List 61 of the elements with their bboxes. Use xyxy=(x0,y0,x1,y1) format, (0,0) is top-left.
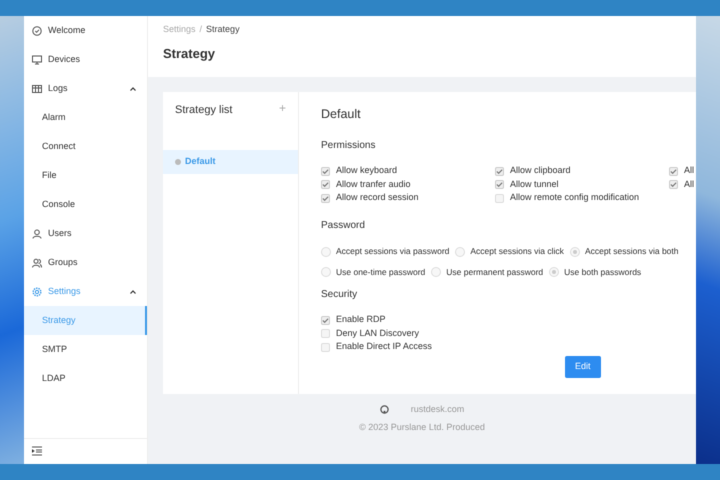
radio-label: Accept sessions via click xyxy=(470,245,564,258)
strategy-title: Default xyxy=(321,106,362,123)
checkbox[interactable] xyxy=(495,180,504,189)
radio-label: Use one-time password xyxy=(336,266,426,279)
user-icon xyxy=(32,228,42,238)
checkbox-label: Allow record session xyxy=(336,191,419,204)
radio-button[interactable] xyxy=(321,267,331,278)
checkbox[interactable] xyxy=(669,166,678,176)
radio-label: Accept sessions via both xyxy=(584,245,678,258)
radio-button[interactable] xyxy=(455,246,466,257)
strategy-list-title: Strategy list xyxy=(175,103,232,118)
checkbox[interactable] xyxy=(495,194,504,202)
sidebar-subitem[interactable]: LDAP xyxy=(24,364,147,393)
sidebar-subitem[interactable]: File xyxy=(24,161,147,190)
checkbox[interactable] xyxy=(669,180,678,189)
sidebar-subitem[interactable]: Console xyxy=(24,190,147,219)
status-dot-icon xyxy=(175,159,181,165)
checkbox-label: Deny LAN Discovery xyxy=(336,326,420,340)
sidebar-subitem[interactable]: SMTP xyxy=(24,335,147,364)
checkbox[interactable] xyxy=(321,166,330,176)
monitor-icon xyxy=(32,54,42,64)
checkbox[interactable] xyxy=(321,329,330,338)
checkbox-label: Enable Direct IP Access xyxy=(336,340,432,354)
checkbox-label: Allow tranfer audio xyxy=(336,178,411,191)
breadcrumb-separator: / xyxy=(200,24,202,34)
checkbox[interactable] xyxy=(321,194,330,202)
radio-button[interactable] xyxy=(431,267,442,278)
sidebar-subitem[interactable]: Alarm xyxy=(24,103,147,132)
sidebar-item[interactable]: Groups xyxy=(24,248,147,277)
radio-label: Use permanent password xyxy=(446,266,544,279)
checkbox[interactable] xyxy=(321,316,330,324)
users-icon xyxy=(32,258,42,268)
sidebar-item[interactable]: Welcome xyxy=(24,16,147,45)
checkbox-label: Enable RDP xyxy=(336,313,386,326)
radio-button[interactable] xyxy=(570,246,580,257)
checkbox-label: Allow remote config modification xyxy=(510,191,640,204)
checkbox-label: Allow tunnel xyxy=(510,178,559,191)
radio-button[interactable] xyxy=(321,246,331,257)
sidebar-item[interactable]: Logs xyxy=(24,74,147,103)
section-heading: Password xyxy=(321,219,366,234)
table-icon xyxy=(32,84,42,94)
checkbox-label: All xyxy=(684,164,694,178)
checkbox-label: All xyxy=(684,178,694,191)
radio-label: Use both passwords xyxy=(564,266,642,279)
page-title: Strategy xyxy=(163,44,216,63)
radio-label: Accept sessions via password xyxy=(336,245,450,258)
section-heading: Permissions xyxy=(321,138,376,153)
checkbox[interactable] xyxy=(321,342,330,352)
section-heading: Security xyxy=(321,288,358,302)
collapse-menu-icon xyxy=(32,446,42,456)
radio-button[interactable] xyxy=(549,267,560,278)
copyright-text: © 2023 Purslane Ltd. Produced xyxy=(359,420,485,434)
breadcrumb-item: Strategy xyxy=(206,24,240,34)
checkbox-label: Allow keyboard xyxy=(336,164,398,178)
checkbox-label: Allow clipboard xyxy=(510,164,571,178)
checkbox[interactable] xyxy=(495,166,504,176)
sidebar-item[interactable]: Devices xyxy=(24,45,147,74)
gear-icon xyxy=(32,286,42,296)
checkbox[interactable] xyxy=(321,180,330,189)
sidebar-item[interactable]: Users xyxy=(24,219,147,248)
sidebar-subitem[interactable]: Connect xyxy=(24,132,147,161)
